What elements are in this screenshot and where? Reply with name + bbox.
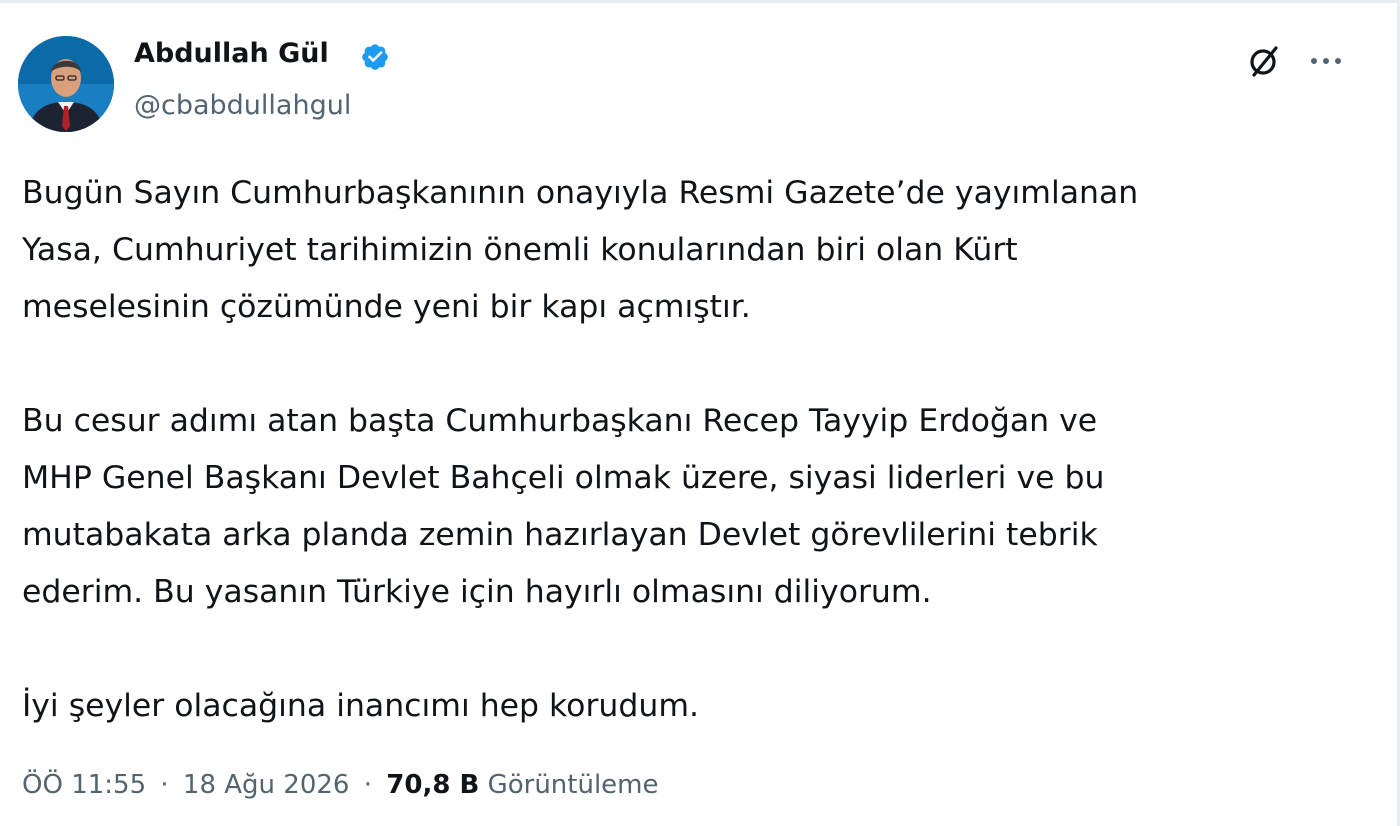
frame-top-border <box>0 0 1400 3</box>
tweet-text-line: Bu cesur adımı atan başta Cumhurbaşkanı … <box>22 403 1098 439</box>
tweet-text-line: ederim. Bu yasanın Türkiye için hayırlı … <box>22 574 932 610</box>
tweet-date[interactable]: 18 Ağu 2026 <box>183 770 350 800</box>
author-name[interactable]: Abdullah Gül <box>134 38 329 69</box>
views-count[interactable]: 70,8 B <box>386 770 479 800</box>
more-icon[interactable] <box>1306 43 1346 79</box>
tweet-time[interactable]: ÖÖ 11:55 <box>22 770 146 800</box>
tweet-meta: ÖÖ 11:55 · 18 Ağu 2026 · 70,8 B Görüntül… <box>22 770 659 800</box>
views-label: Görüntüleme <box>487 770 659 800</box>
meta-separator: · <box>160 770 169 800</box>
avatar[interactable] <box>18 36 114 132</box>
tweet-text-line: Yasa, Cumhuriyet tarihimizin önemli konu… <box>22 232 1018 268</box>
verified-badge-icon <box>362 44 388 70</box>
tweet-text-line: mutabakata arka planda zemin hazırlayan … <box>22 517 1098 553</box>
tweet-text-line: Bugün Sayın Cumhurbaşkanının onayıyla Re… <box>22 175 1139 211</box>
meta-separator: · <box>363 770 373 800</box>
tweet-text-line: meselesinin çözümünde yeni bir kapı açmı… <box>22 289 751 325</box>
author-handle[interactable]: @cbabdullahgul <box>134 90 351 121</box>
grok-icon[interactable] <box>1246 43 1282 79</box>
tweet-text: Bugün Sayın Cumhurbaşkanının onayıyla Re… <box>22 165 1382 735</box>
tweet-text-line: İyi şeyler olacağına inancımı hep korudu… <box>22 688 700 724</box>
tweet-text-line: MHP Genel Başkanı Devlet Bahçeli olmak ü… <box>22 460 1105 496</box>
